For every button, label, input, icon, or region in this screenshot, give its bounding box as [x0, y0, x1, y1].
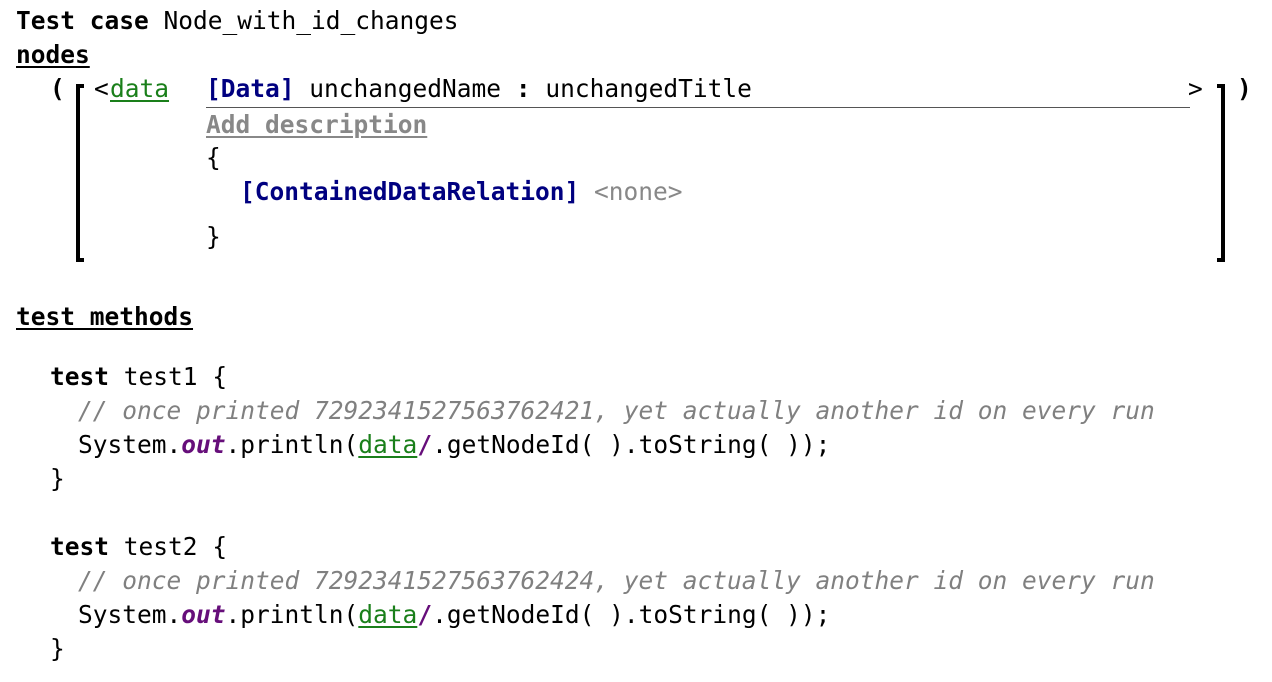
test-method-header: test test2 { — [50, 532, 227, 562]
relation-concept-label: [ContainedDataRelation] — [240, 177, 580, 206]
node-header-underline — [206, 107, 1190, 108]
test-statement[interactable]: System.out.println(data/.getNodeId( ).to… — [78, 600, 830, 630]
node-colon: : — [515, 74, 531, 103]
node-title[interactable]: unchangedTitle — [545, 74, 752, 103]
add-description-link[interactable]: Add description — [206, 110, 427, 140]
test-open-brace: { — [212, 532, 228, 561]
code-system: System. — [78, 600, 182, 629]
test-keyword: test — [50, 362, 110, 391]
test-case-name[interactable]: Node_with_id_changes — [164, 6, 459, 35]
test-keyword: test — [50, 532, 110, 561]
test-methods-label: test methods — [16, 302, 194, 331]
code-node-ref-link[interactable]: data — [358, 430, 417, 459]
node-header-line[interactable]: [Data] unchangedName : unchangedTitle — [206, 74, 752, 104]
relation-line[interactable]: [ContainedDataRelation] <none> — [240, 177, 683, 207]
code-field-out: out — [181, 600, 226, 629]
code-suffix: .getNodeId( ).toString( )); — [432, 600, 831, 629]
code-node-ref-link[interactable]: data — [358, 600, 417, 629]
open-paren: ( — [50, 74, 65, 103]
code-field-out: out — [181, 430, 226, 459]
test-statement[interactable]: System.out.println(data/.getNodeId( ).to… — [78, 430, 830, 460]
collection-bracket-left — [76, 84, 84, 262]
test-close-brace: } — [50, 634, 65, 663]
test-comment[interactable]: // once printed 7292341527563762424, yet… — [78, 566, 1155, 596]
code-slash: / — [417, 600, 433, 629]
node-open-brace: { — [206, 143, 221, 172]
code-suffix: .getNodeId( ).toString( )); — [432, 430, 831, 459]
close-paren: ) — [1237, 74, 1252, 103]
node-close-angle: > — [1188, 74, 1203, 103]
collection-bracket-right — [1217, 84, 1225, 262]
test-method-name[interactable]: test1 — [124, 362, 198, 391]
node-close-brace: } — [206, 222, 221, 251]
test-comment[interactable]: // once printed 7292341527563762421, yet… — [78, 396, 1155, 426]
test-close-brace: } — [50, 464, 65, 493]
code-println: .println( — [225, 430, 359, 459]
test-case-header: Test case Node_with_id_changes — [16, 6, 459, 36]
node-name[interactable]: unchangedName — [309, 74, 501, 103]
test-method-header: test test1 { — [50, 362, 227, 392]
nodes-section-label: nodes — [16, 40, 90, 69]
relation-value[interactable]: <none> — [594, 177, 683, 206]
code-println: .println( — [225, 600, 359, 629]
node-concept-label: [Data] — [206, 74, 295, 103]
code-system: System. — [78, 430, 182, 459]
node-open-angle: < — [94, 74, 109, 103]
code-slash: / — [417, 430, 433, 459]
test-case-keyword: Test case — [16, 6, 149, 35]
test-method-name[interactable]: test2 — [124, 532, 198, 561]
test-open-brace: { — [212, 362, 228, 391]
node-ref-link[interactable]: data — [110, 74, 169, 104]
